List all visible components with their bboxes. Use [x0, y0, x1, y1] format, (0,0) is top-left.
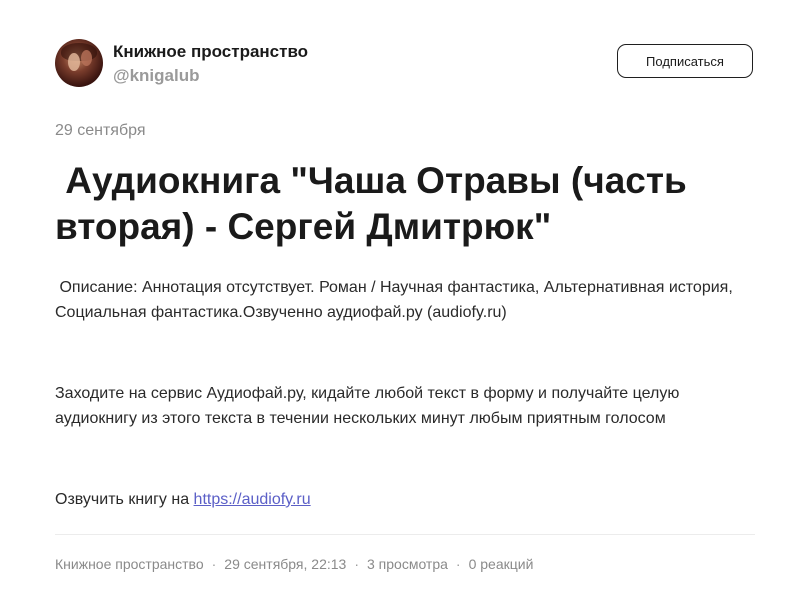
post-footer: Книжное пространство · 29 сентября, 22:1…: [55, 556, 533, 572]
audiofy-link[interactable]: https://audiofy.ru: [194, 491, 311, 508]
footer-separator: ·: [354, 556, 359, 572]
channel-header: Книжное пространство @knigalub Подписать…: [55, 39, 755, 89]
channel-avatar[interactable]: [55, 39, 103, 87]
subscribe-button[interactable]: Подписаться: [617, 44, 753, 78]
footer-reactions[interactable]: 0 реакций: [469, 556, 534, 572]
post-description: Описание: Аннотация отсутствует. Роман /…: [55, 279, 738, 321]
footer-separator: ·: [211, 556, 217, 572]
channel-handle[interactable]: @knigalub: [113, 66, 199, 86]
footer-datetime: 29 сентября, 22:13: [224, 556, 347, 572]
post-cta: Озвучить книгу на https://audiofy.ru: [55, 488, 765, 513]
post-title: Аудиокнига "Чаша Отравы (часть вторая) -…: [55, 160, 697, 247]
channel-name[interactable]: Книжное пространство: [113, 42, 308, 62]
footer-views: 3 просмотра: [366, 556, 448, 572]
footer-separator: ·: [455, 556, 461, 572]
post-date: 29 сентября: [55, 122, 146, 139]
footer-channel-name[interactable]: Книжное пространство: [55, 556, 204, 572]
cta-prefix: Озвучить книгу на: [55, 491, 194, 508]
post-promo-text: Заходите на сервис Аудиофай.ру, кидайте …: [55, 385, 684, 427]
footer-divider: [55, 534, 755, 535]
